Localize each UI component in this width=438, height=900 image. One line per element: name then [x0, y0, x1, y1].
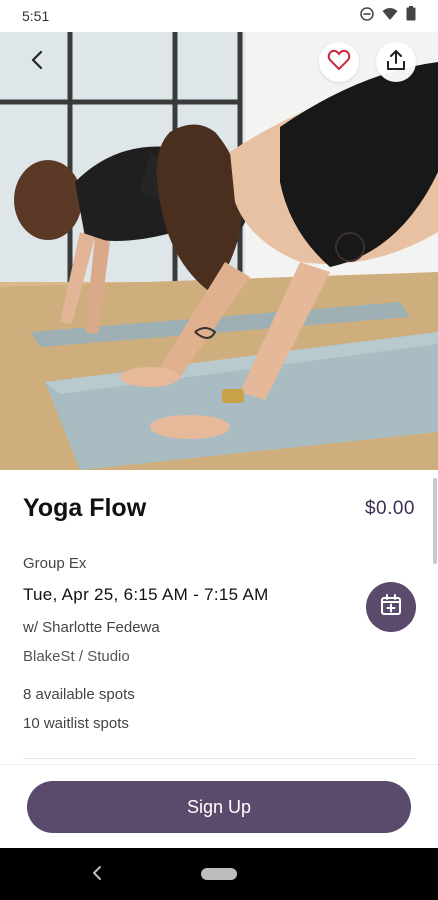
status-icons — [360, 6, 416, 26]
status-time: 5:51 — [22, 8, 50, 24]
heart-icon — [327, 49, 351, 76]
back-arrow-icon — [27, 49, 49, 76]
wifi-icon — [382, 7, 398, 26]
class-hero-image — [0, 32, 438, 470]
class-location: BlakeSt / Studio — [23, 648, 130, 665]
do-not-disturb-icon — [360, 6, 374, 26]
system-back-icon[interactable] — [90, 864, 104, 887]
back-button[interactable] — [18, 42, 58, 82]
add-to-calendar-icon — [379, 593, 403, 622]
share-button[interactable] — [376, 42, 416, 82]
class-instructor: w/ Sharlotte Fedewa — [23, 619, 160, 636]
class-datetime: Tue, Apr 25, 6:15 AM - 7:15 AM — [23, 585, 269, 604]
yoga-class-photo — [0, 32, 438, 470]
sign-up-button[interactable]: Sign Up — [27, 781, 411, 833]
class-price: $0.00 — [364, 497, 415, 519]
scrollbar[interactable] — [433, 478, 437, 564]
class-title: Yoga Flow — [23, 494, 147, 522]
battery-icon — [406, 6, 416, 26]
title-row: Yoga Flow $0.00 — [23, 494, 415, 523]
status-bar: 5:51 — [0, 0, 438, 32]
waitlist-spots: 10 waitlist spots — [23, 715, 129, 732]
bottom-action-panel: Sign Up — [0, 764, 438, 848]
favorite-button[interactable] — [319, 42, 359, 82]
available-spots: 8 available spots — [23, 686, 135, 703]
add-to-calendar-button[interactable] — [366, 582, 416, 632]
system-navigation-bar — [0, 848, 438, 900]
system-home-pill[interactable] — [201, 868, 237, 880]
section-divider — [23, 758, 415, 759]
share-icon — [385, 49, 407, 76]
class-category: Group Ex — [23, 555, 87, 572]
